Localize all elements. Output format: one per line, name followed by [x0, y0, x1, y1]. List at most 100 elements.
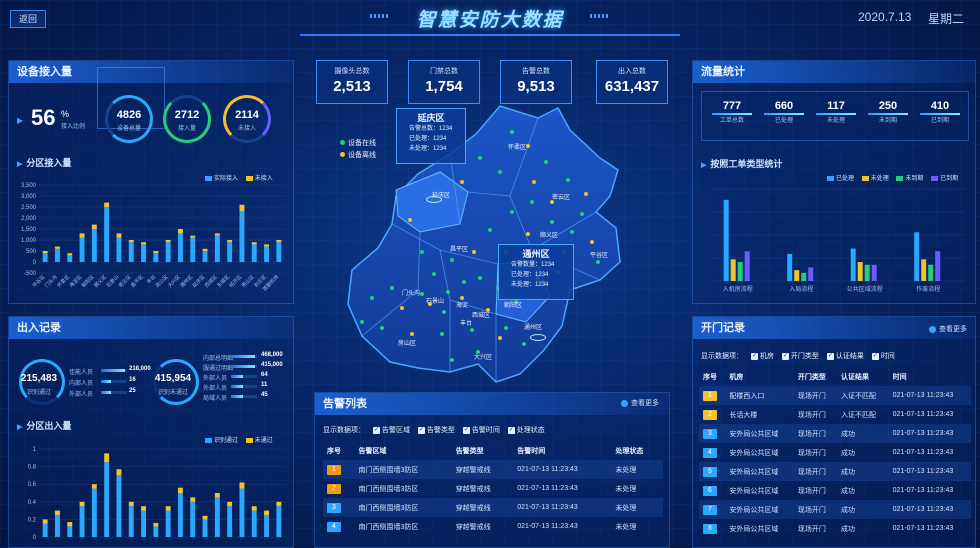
online-device-dot[interactable]: [420, 250, 424, 254]
flow-sub-title: 按照工单类型统计: [701, 157, 782, 170]
online-device-dot[interactable]: [550, 220, 554, 224]
online-device-dot[interactable]: [510, 130, 514, 134]
bar-series-1: [91, 229, 97, 262]
bar-series-2: [214, 233, 220, 236]
flow-item-label: 工单总数: [719, 118, 744, 124]
access-fail-row-label: 外部人员: [203, 376, 228, 382]
online-device-dot[interactable]: [570, 230, 574, 234]
online-device-dot[interactable]: [440, 332, 444, 336]
online-device-dot[interactable]: [580, 212, 584, 216]
rate-arrow-icon: ▶: [17, 116, 24, 125]
online-device-dot[interactable]: [596, 260, 600, 264]
x-tick-label: 作废流程: [916, 285, 940, 293]
online-device-dot[interactable]: [420, 292, 424, 296]
online-device-dot[interactable]: [478, 156, 482, 160]
access-fail-row-value: 64: [261, 372, 268, 378]
door-cell-result: 入证不匹配: [837, 386, 889, 405]
door-row[interactable]: 7 安外局公共区域 现场开门 成功 021-07-13 11:23:43: [699, 500, 971, 519]
door-filter-checkbox[interactable]: ✓: [750, 352, 758, 360]
online-device-dot[interactable]: [370, 296, 374, 300]
alarm-filter-checkbox[interactable]: ✓: [417, 426, 425, 434]
access-fail-row-label: 外部人员: [203, 386, 228, 392]
row-number-badge: 1: [703, 390, 717, 401]
offline-device-dot[interactable]: [498, 336, 502, 340]
online-device-dot[interactable]: [522, 342, 526, 346]
online-device-dot[interactable]: [450, 258, 454, 262]
online-device-dot[interactable]: [462, 280, 466, 284]
offline-device-dot[interactable]: [472, 250, 476, 254]
y-tick-label: 3,000: [21, 194, 37, 200]
door-row[interactable]: 5 安外局公共区域 现场开门 成功 021-07-13 11:23:43: [699, 462, 971, 481]
online-device-dot[interactable]: [442, 310, 446, 314]
online-device-dot[interactable]: [450, 358, 454, 362]
online-device-dot[interactable]: [498, 170, 502, 174]
x-tick-label: 东城区: [215, 273, 231, 289]
tongzhou-popup[interactable]: 通州区 告警数量：1234 已处理：1234 未处理：1234: [498, 244, 574, 300]
yanqing-popup[interactable]: 延庆区 告警总数：1234 已处理：1234 未处理：1234: [396, 108, 466, 164]
offline-device-dot[interactable]: [460, 180, 464, 184]
alarm-row[interactable]: 4 南门西侧围墙3防区 穿越警戒线 021-07-13 11:23:43 未处理: [323, 517, 663, 536]
door-row[interactable]: 1 配楼西入口 现场开门 入证不匹配 021-07-13 11:23:43: [699, 386, 971, 405]
door-cell-room: 安外局公共区域: [725, 424, 794, 443]
online-device-dot[interactable]: [470, 328, 474, 332]
door-row[interactable]: 4 安外局公共区域 现场开门 成功 021-07-13 11:23:43: [699, 443, 971, 462]
door-table: 序号 机房 开门类型 认证结果 时间 1 配楼西入口 现场开门 入证不匹配 021-07-13 1…: [699, 367, 971, 538]
flow-bar: [808, 267, 814, 281]
access-pass-row-label: 内部人员: [69, 381, 94, 387]
bar-series-1: [116, 237, 122, 262]
door-header-cell: 序号: [703, 373, 717, 381]
online-device-dot[interactable]: [478, 276, 482, 280]
bar-series-2: [251, 506, 257, 511]
door-cell-type: 现场开门: [793, 386, 838, 405]
offline-device-dot[interactable]: [400, 306, 404, 310]
back-button[interactable]: 返回: [10, 10, 46, 28]
bar-series-2: [227, 240, 233, 243]
online-device-dot[interactable]: [446, 290, 450, 294]
online-device-dot[interactable]: [504, 326, 508, 330]
flow-item-value: 410: [930, 100, 950, 112]
door-filter-checkbox[interactable]: ✓: [826, 352, 834, 360]
alarm-row[interactable]: 3 南门西侧围墙3防区 穿越警戒线 021-07-13 11:23:43 未处理: [323, 498, 663, 517]
alarm-filter-checkbox[interactable]: ✓: [507, 426, 515, 434]
online-device-dot[interactable]: [510, 210, 514, 214]
bar-series-1: [190, 501, 196, 537]
alarm-filter-checkbox[interactable]: ✓: [372, 426, 380, 434]
online-device-dot[interactable]: [360, 320, 364, 324]
door-row[interactable]: 8 安外局公共区域 现场开门 成功 021-07-13 11:23:43: [699, 519, 971, 538]
offline-device-dot[interactable]: [526, 144, 530, 148]
offline-device-dot[interactable]: [590, 240, 594, 244]
flow-bar-chart: 入机房流程 入局流程 公共区域流程 作废流程: [711, 188, 965, 293]
offline-device-dot[interactable]: [408, 218, 412, 222]
online-device-dot[interactable]: [488, 228, 492, 232]
bar-series-2: [91, 224, 97, 229]
online-device-dot[interactable]: [380, 326, 384, 330]
door-row[interactable]: 2 长话大楼 现场开门 入证不匹配 021-07-13 11:23:43: [699, 405, 971, 424]
flow-item-value: 660: [774, 100, 794, 112]
bar-series-2: [190, 235, 196, 238]
offline-device-dot[interactable]: [526, 232, 530, 236]
online-device-dot[interactable]: [530, 200, 534, 204]
online-device-dot[interactable]: [566, 178, 570, 182]
online-device-dot[interactable]: [390, 286, 394, 290]
bar-series-1: [177, 233, 183, 262]
door-row[interactable]: 3 安外局公共区域 现场开门 成功 021-07-13 11:23:43: [699, 424, 971, 443]
flow-bar: [787, 253, 793, 281]
offline-device-dot[interactable]: [532, 180, 536, 184]
door-more-link[interactable]: 查看更多: [929, 324, 967, 334]
stat-box: 出入总数 631,437: [596, 60, 668, 104]
door-filter-checkbox[interactable]: ✓: [871, 352, 879, 360]
alarm-more-link[interactable]: 查看更多: [621, 398, 659, 408]
online-device-dot[interactable]: [544, 160, 548, 164]
alarm-row[interactable]: 2 南门西侧围墙3防区 穿越警戒线 021-07-13 11:23:43 未处理: [323, 479, 663, 498]
access-fail-row-label: 服通过明细: [203, 366, 234, 372]
alarm-filter-checkbox[interactable]: ✓: [462, 426, 470, 434]
offline-device-dot[interactable]: [584, 192, 588, 196]
alarm-row[interactable]: 1 南门西侧围墙3防区 穿越警戒线 021-07-13 11:23:43 未处理: [323, 460, 663, 479]
offline-device-dot[interactable]: [410, 332, 414, 336]
door-panel: 开门记录 查看更多 显示数据项： ✓ 机房 ✓ 开门类型 ✓ 认证结果 ✓ 时间 序号机…: [692, 316, 976, 548]
door-row[interactable]: 6 安外局公共区域 现场开门 成功 021-07-13 11:23:43: [699, 481, 971, 500]
door-filter-checkbox[interactable]: ✓: [781, 352, 789, 360]
tongzhou-popup-title: 通州区: [522, 249, 550, 259]
device-sub-title: 分区接入量: [17, 156, 71, 169]
online-device-dot[interactable]: [432, 272, 436, 276]
